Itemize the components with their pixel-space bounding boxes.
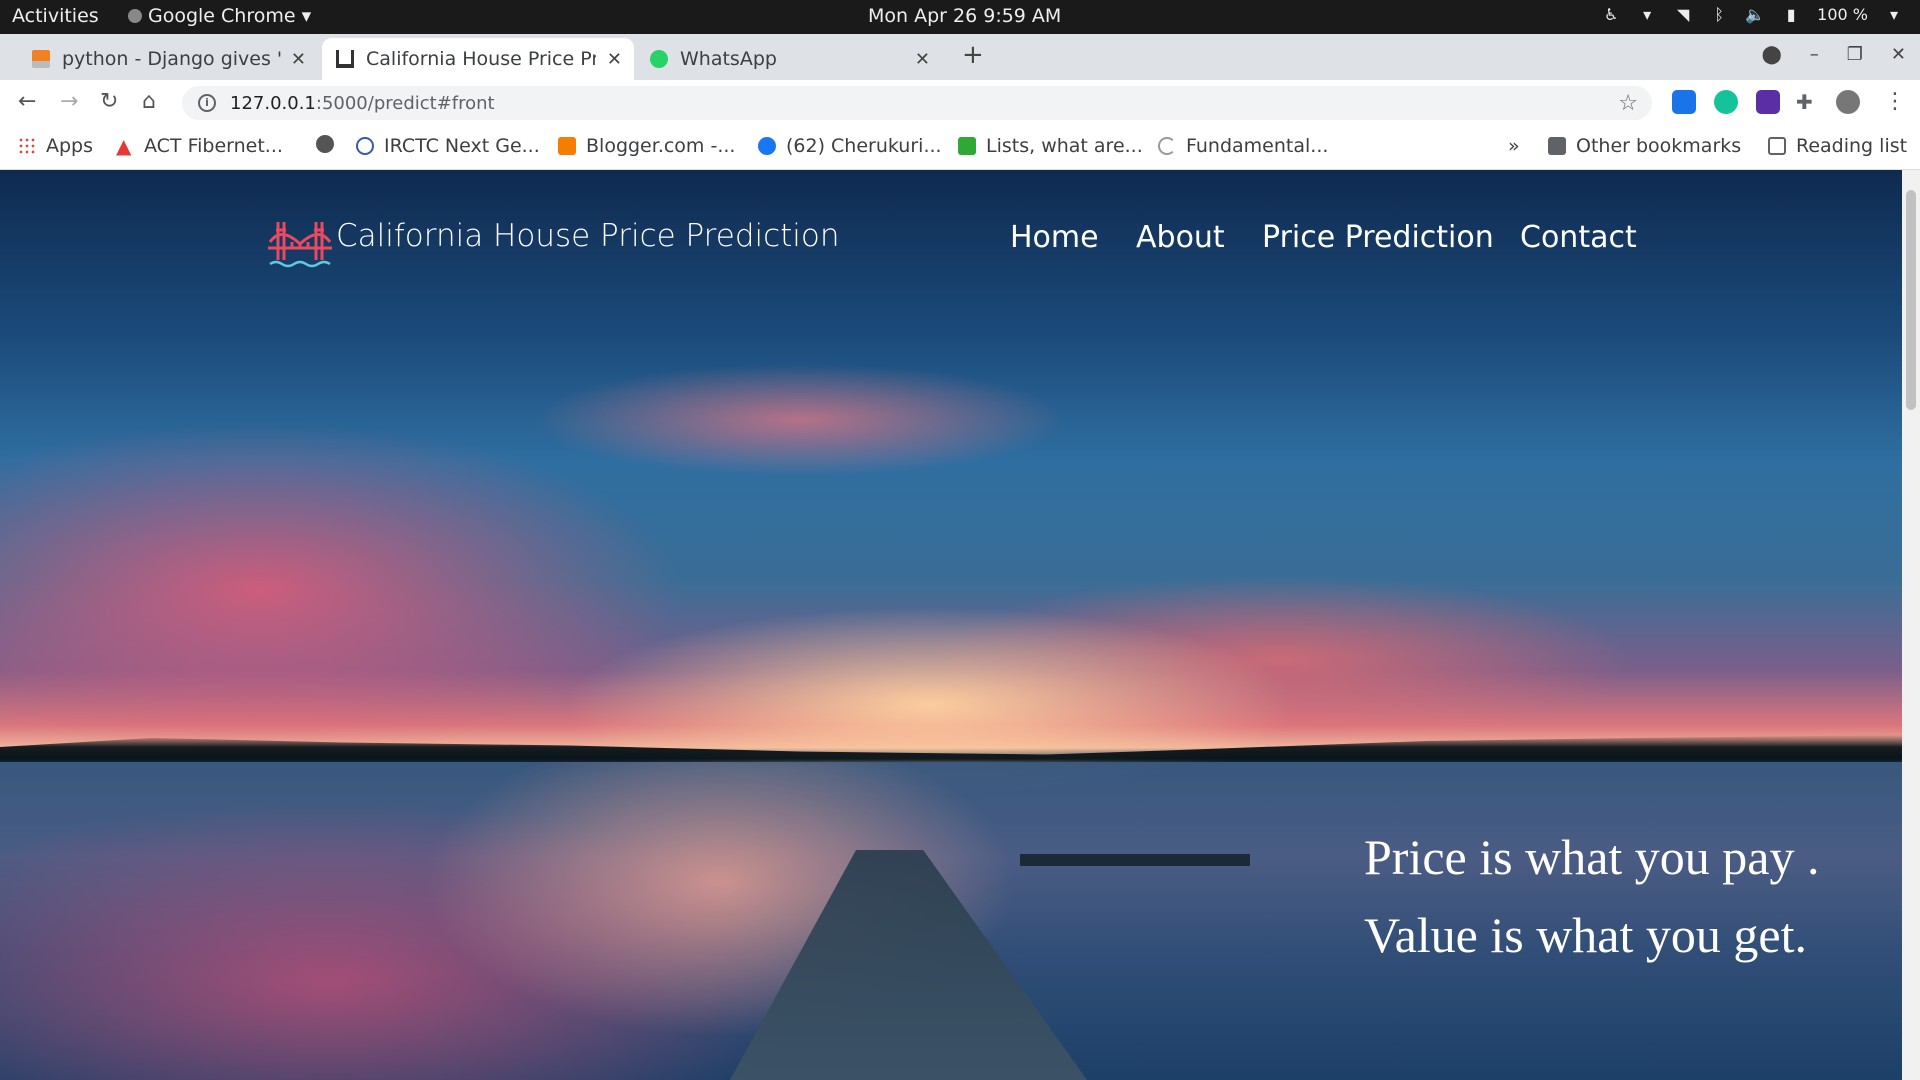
bookmarks-bar: Apps ▲ ACT Fibernet... IRCTC Next Ge... … [0, 126, 1920, 170]
bookmark-label: Blogger.com -... [586, 135, 736, 157]
nav-home[interactable]: Home [1010, 220, 1099, 255]
tab-title: python - Django gives "GE [62, 48, 282, 70]
close-icon[interactable]: ✕ [607, 49, 622, 70]
bookmark-label: (62) Cherukuri... [786, 135, 942, 157]
bookmark-globe[interactable] [316, 135, 334, 153]
wifi-icon: ◥ [1677, 5, 1690, 24]
whatsapp-icon [650, 50, 668, 68]
scrollbar-thumb[interactable] [1906, 190, 1916, 410]
system-top-bar: Activities Google Chrome ▾ Mon Apr 26 9:… [0, 0, 1920, 34]
back-button[interactable]: ← [18, 89, 36, 114]
tab-title: WhatsApp [680, 48, 777, 70]
reload-button[interactable]: ↻ [100, 89, 118, 114]
apps-grid-icon [18, 137, 36, 155]
app-name: Google Chrome [148, 5, 296, 27]
new-tab-button[interactable]: + [962, 40, 984, 70]
address-bar[interactable]: i 127.0.0.1:5000/predict#front ☆ [182, 86, 1652, 120]
bookmark-blogger[interactable]: Blogger.com -... [558, 135, 735, 157]
profile-avatar[interactable] [1836, 90, 1860, 114]
tab-california-house-price[interactable]: California House Price Pre ✕ [322, 38, 634, 80]
chevron-down-icon[interactable]: ▾ [1637, 5, 1657, 24]
bookmark-label: Reading list [1796, 135, 1908, 157]
lists-site-icon [958, 137, 976, 155]
chevron-down-icon: ▾ [301, 5, 312, 27]
forward-button[interactable]: → [60, 89, 78, 114]
tab-whatsapp[interactable]: WhatsApp ✕ [636, 38, 942, 80]
tab-strip: python - Django gives "GE ✕ California H… [0, 34, 1920, 80]
hero-pier [1020, 854, 1250, 866]
bookmark-act-fibernet[interactable]: ▲ ACT Fibernet... [116, 135, 283, 157]
stackoverflow-icon [32, 50, 50, 68]
act-logo-icon: ▲ [116, 134, 132, 158]
site-brand[interactable]: California House Price Prediction [336, 218, 840, 254]
page-hero: California House Price Prediction Home A… [0, 170, 1902, 1080]
bookmark-label: ACT Fibernet... [144, 135, 283, 157]
irctc-icon [356, 137, 374, 155]
bookmark-apps[interactable]: Apps [18, 135, 93, 157]
nav-about[interactable]: About [1136, 220, 1225, 255]
close-icon[interactable]: ✕ [915, 49, 930, 70]
battery-level: 100 % [1817, 5, 1868, 24]
facebook-icon [758, 137, 776, 155]
chrome-icon [128, 9, 142, 23]
home-button[interactable]: ⌂ [142, 89, 156, 114]
hero-quote-line-1: Price is what you pay . [1364, 829, 1820, 885]
reading-list-button[interactable]: Reading list [1768, 135, 1907, 157]
globe-icon [316, 135, 334, 153]
bookmark-irctc[interactable]: IRCTC Next Ge... [356, 135, 540, 157]
folder-icon [1548, 137, 1566, 155]
app-menu[interactable]: Google Chrome ▾ [128, 5, 311, 27]
tab-search-icon[interactable]: ⬤ [1762, 44, 1782, 65]
tab-title: California House Price Pre [366, 48, 596, 70]
extension-icon[interactable] [1756, 90, 1780, 114]
golden-gate-bridge-icon [268, 222, 332, 268]
bookmark-other-folder[interactable]: Other bookmarks [1548, 135, 1741, 157]
volume-icon: 🔈 [1745, 5, 1766, 24]
system-clock[interactable]: Mon Apr 26 9:59 AM [868, 5, 1061, 27]
hero-treeline [0, 735, 1902, 765]
bookmark-fundamental[interactable]: Fundamental... [1158, 135, 1328, 157]
maximize-button[interactable]: ❐ [1847, 44, 1863, 65]
chevron-down-icon[interactable]: ▾ [1884, 5, 1904, 24]
bridge-icon [336, 50, 354, 68]
minimize-button[interactable]: – [1810, 44, 1819, 65]
reading-list-icon [1768, 137, 1786, 155]
bookmark-label: Apps [46, 135, 94, 157]
system-tray[interactable]: ♿ ▾ ◥ ᛒ 🔈 ▮ 100 % ▾ [1601, 5, 1904, 24]
grammarly-icon[interactable] [1714, 90, 1738, 114]
site-info-icon[interactable]: i [198, 94, 216, 112]
bookmark-label: Other bookmarks [1576, 135, 1742, 157]
download-extension-icon[interactable] [1672, 90, 1696, 114]
bookmark-label: Fundamental... [1186, 135, 1329, 157]
nav-contact[interactable]: Contact [1520, 220, 1637, 255]
window-controls: ⬤ – ❐ ✕ [1762, 44, 1906, 65]
url-host: 127.0.0.1 [230, 92, 316, 114]
puzzle-extensions-icon[interactable]: ✚ [1796, 90, 1820, 114]
bookmark-lists[interactable]: Lists, what are... [958, 135, 1143, 157]
battery-icon: ▮ [1786, 5, 1796, 24]
chrome-menu-icon[interactable]: ⋮ [1884, 89, 1906, 114]
url-path: :5000/predict#front [315, 92, 495, 114]
loading-spinner-icon [1158, 137, 1176, 155]
close-window-button[interactable]: ✕ [1891, 44, 1906, 65]
close-icon[interactable]: ✕ [291, 49, 306, 70]
bluetooth-icon: ᛒ [1714, 5, 1724, 24]
page-scrollbar[interactable] [1902, 170, 1920, 1080]
bookmark-label: IRCTC Next Ge... [384, 135, 540, 157]
bookmark-star-icon[interactable]: ☆ [1618, 91, 1638, 116]
nav-price-prediction[interactable]: Price Prediction [1262, 220, 1494, 255]
blogger-icon [558, 137, 576, 155]
hero-quote-line-2: Value is what you get. [1364, 907, 1807, 963]
accessibility-icon[interactable]: ♿ [1601, 5, 1621, 24]
bookmark-facebook[interactable]: (62) Cherukuri... [758, 135, 942, 157]
browser-toolbar: ← → ↻ ⌂ i 127.0.0.1:5000/predict#front ☆… [0, 80, 1920, 126]
bookmarks-overflow-button[interactable]: » [1508, 135, 1520, 157]
bookmark-label: Lists, what are... [986, 135, 1143, 157]
tab-stackoverflow[interactable]: python - Django gives "GE ✕ [18, 38, 318, 80]
activities-button[interactable]: Activities [12, 5, 99, 27]
